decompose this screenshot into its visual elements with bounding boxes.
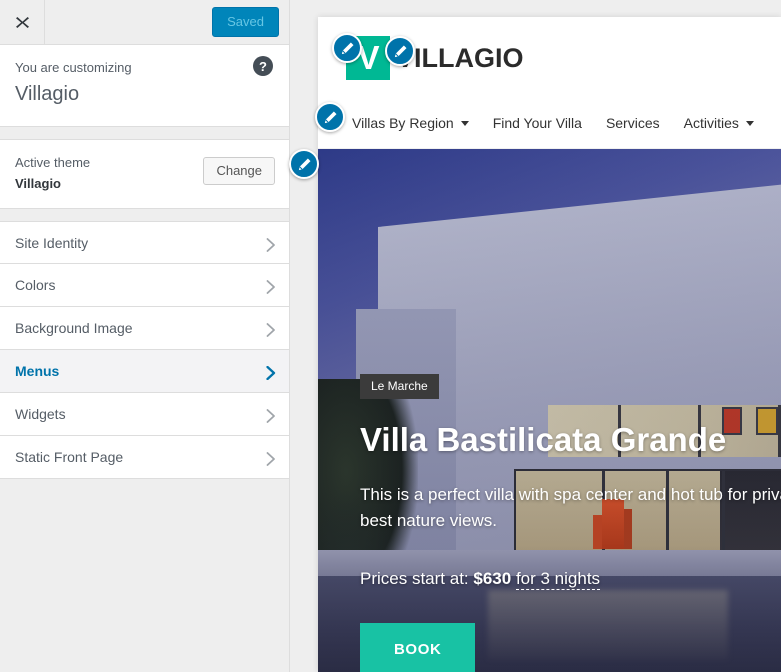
price-prefix: Prices start at: bbox=[360, 569, 469, 588]
nav-label: Find Your Villa bbox=[492, 115, 582, 131]
panel-gap bbox=[0, 127, 289, 139]
sidebar-item-colors[interactable]: Colors bbox=[0, 264, 289, 307]
primary-navigation: Villas By Region Find Your Villa Service… bbox=[318, 98, 781, 149]
sidebar-item-site-identity[interactable]: Site Identity bbox=[0, 221, 289, 264]
book-button[interactable]: BOOK bbox=[360, 623, 476, 672]
sidebar-item-static-front-page[interactable]: Static Front Page bbox=[0, 436, 289, 479]
chevron-down-icon bbox=[460, 120, 469, 126]
chevron-right-icon bbox=[266, 323, 276, 337]
hero-price: Prices start at: $630 for 3 nights bbox=[360, 567, 781, 591]
hero-title: Villa Bastilicata Grande bbox=[360, 421, 727, 458]
sidebar-item-widgets[interactable]: Widgets bbox=[0, 393, 289, 436]
site-title[interactable]: VILLAGIO bbox=[396, 43, 524, 73]
customizing-panel: You are customizing Villagio ? bbox=[0, 45, 289, 127]
panel-gap-2 bbox=[0, 209, 289, 221]
chevron-down-icon bbox=[745, 120, 754, 126]
save-button[interactable]: Saved bbox=[212, 7, 279, 37]
nav-label: Services bbox=[605, 115, 660, 131]
nav-item-find-your-villa[interactable]: Find Your Villa bbox=[493, 115, 582, 131]
chevron-right-icon bbox=[266, 366, 276, 380]
nav-item-services[interactable]: Services bbox=[606, 115, 660, 131]
customizer-sidebar: Saved You are customizing Villagio ? Act… bbox=[0, 0, 290, 672]
close-icon[interactable] bbox=[0, 0, 45, 44]
site-preview-frame[interactable]: V VILLAGIO Villas By Region Find Your Vi… bbox=[318, 17, 781, 672]
chevron-right-icon bbox=[266, 409, 276, 423]
price-amount: $630 bbox=[473, 569, 512, 588]
customizer-section-list: Site Identity Colors Background Image Me… bbox=[0, 221, 289, 479]
chevron-right-icon bbox=[266, 237, 276, 252]
edit-pencil-icon-site-title[interactable] bbox=[385, 36, 415, 66]
edit-pencil-icon-hero[interactable] bbox=[289, 149, 319, 179]
edit-pencil-icon-logo[interactable] bbox=[332, 33, 362, 63]
change-theme-button[interactable]: Change bbox=[203, 157, 275, 185]
sidebar-item-background-image[interactable]: Background Image bbox=[0, 307, 289, 350]
nav-label: Villas By Region bbox=[352, 115, 454, 131]
chevron-right-icon bbox=[266, 452, 276, 466]
customizing-label: You are customizing bbox=[15, 60, 132, 75]
sidebar-item-label: Menus bbox=[15, 363, 60, 379]
region-badge: Le Marche bbox=[360, 374, 439, 399]
customizing-title: Villagio bbox=[15, 83, 80, 105]
nav-item-villas-by-region[interactable]: Villas By Region bbox=[352, 115, 469, 131]
sidebar-item-label: Site Identity bbox=[15, 234, 89, 251]
edit-pencil-icon-menu[interactable] bbox=[315, 102, 345, 132]
hero-description: This is a perfect villa with spa center … bbox=[360, 485, 781, 530]
hero-content: Le Marche Villa Bastilicata Grande This … bbox=[360, 374, 781, 672]
nav-item-activities[interactable]: Activities bbox=[684, 115, 754, 131]
help-icon[interactable]: ? bbox=[253, 56, 273, 76]
sidebar-item-label: Background Image bbox=[15, 320, 133, 336]
customizer-topbar: Saved bbox=[0, 0, 289, 45]
price-nights: for 3 nights bbox=[515, 569, 601, 590]
sidebar-item-label: Static Front Page bbox=[15, 449, 124, 465]
sidebar-item-label: Colors bbox=[15, 277, 56, 293]
sidebar-item-label: Widgets bbox=[15, 406, 66, 422]
chevron-right-icon bbox=[266, 280, 276, 294]
nav-label: Activities bbox=[683, 115, 739, 131]
sidebar-item-menus[interactable]: Menus bbox=[0, 350, 289, 393]
customizer-screen: Saved You are customizing Villagio ? Act… bbox=[0, 0, 781, 672]
active-theme-panel: Active theme Villagio Change bbox=[0, 139, 289, 209]
hero-section: Le Marche Villa Bastilicata Grande This … bbox=[318, 149, 781, 672]
